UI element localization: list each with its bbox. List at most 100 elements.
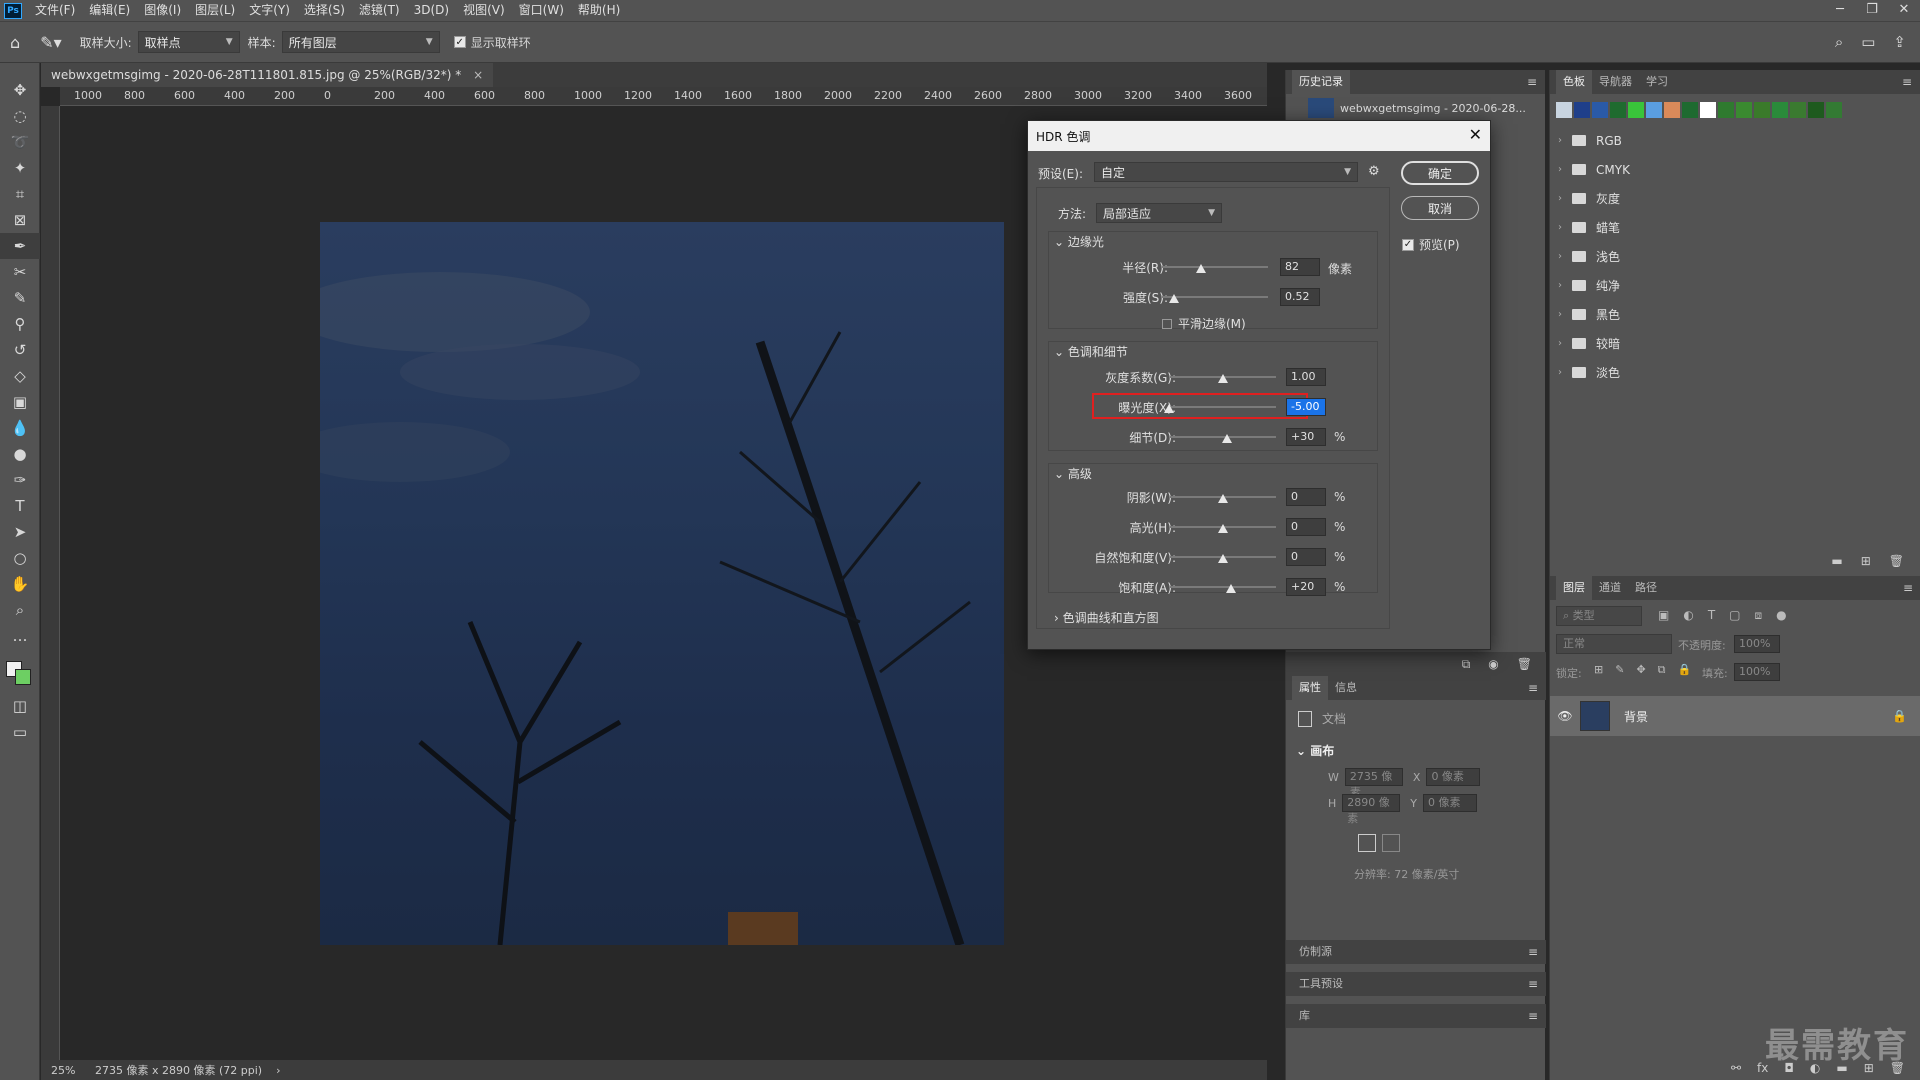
frame-tool-icon[interactable]: ⊠	[0, 207, 40, 233]
workspace-icon[interactable]: ▭	[1861, 33, 1875, 51]
eyedropper-tool-icon[interactable]: ✒	[0, 233, 40, 259]
opacity-field[interactable]: 100%	[1734, 635, 1780, 653]
portrait-icon[interactable]	[1358, 834, 1376, 852]
blur-tool-icon[interactable]: 💧	[0, 415, 40, 441]
menu-3d[interactable]: 3D(D)	[407, 0, 456, 21]
screen-mode-icon[interactable]: ▭	[0, 719, 40, 745]
highlight-slider-thumb[interactable]	[1218, 524, 1228, 533]
chevron-right-icon[interactable]: ›	[276, 1064, 280, 1077]
swatch-group[interactable]: › 淡色	[1550, 358, 1920, 387]
cancel-button[interactable]: 取消	[1401, 196, 1479, 220]
swatch[interactable]	[1826, 102, 1842, 118]
menu-window[interactable]: 窗口(W)	[512, 0, 571, 21]
vibrance-slider-thumb[interactable]	[1218, 554, 1228, 563]
menu-layer[interactable]: 图层(L)	[188, 0, 242, 21]
advanced-header[interactable]: ⌄ 高级	[1054, 465, 1092, 482]
tab-learn[interactable]: 学习	[1639, 70, 1675, 94]
panel-menu-icon[interactable]: ≡	[1902, 75, 1912, 89]
trash-icon[interactable]: 🗑	[1517, 657, 1532, 671]
shape-filter-icon[interactable]: ▢	[1729, 608, 1740, 623]
show-ring-checkbox[interactable]: ✓	[453, 36, 466, 48]
zoom-tool-icon[interactable]: ⌕	[0, 597, 40, 623]
tab-navigator[interactable]: 导航器	[1592, 70, 1639, 94]
quick-mask-icon[interactable]: ◫	[0, 693, 40, 719]
menu-edit[interactable]: 编辑(E)	[82, 0, 137, 21]
sample-size-select[interactable]: 取样点 ▼	[137, 31, 240, 53]
gamma-slider-thumb[interactable]	[1218, 374, 1228, 383]
saturation-slider-thumb[interactable]	[1226, 584, 1236, 593]
adjustment-filter-icon[interactable]: ◐	[1683, 608, 1693, 623]
menu-image[interactable]: 图像(I)	[137, 0, 188, 21]
tab-clone-source[interactable]: 仿制源	[1292, 940, 1339, 964]
layer-filter-select[interactable]: ⌕ 类型	[1556, 606, 1642, 626]
eye-icon[interactable]: 👁	[1550, 709, 1580, 723]
shadow-field[interactable]: 0	[1286, 488, 1326, 506]
link-icon[interactable]: ⚯	[1731, 1061, 1741, 1075]
edge-glow-header[interactable]: ⌄ 边缘光	[1054, 233, 1104, 250]
swatch-group[interactable]: › RGB	[1550, 126, 1920, 155]
shadow-slider-thumb[interactable]	[1218, 494, 1228, 503]
lock-pixels-icon[interactable]: ⊞	[1594, 663, 1603, 677]
swatch[interactable]	[1592, 102, 1608, 118]
pen-tool-icon[interactable]: ✑	[0, 467, 40, 493]
swatch-group[interactable]: › 较暗	[1550, 329, 1920, 358]
preview-option[interactable]: ✓ 预览(P)	[1402, 236, 1460, 253]
blend-mode-select[interactable]: 正常	[1556, 634, 1672, 654]
menu-file[interactable]: 文件(F)	[28, 0, 82, 21]
exposure-field[interactable]: -5.00	[1286, 398, 1326, 416]
ellipse-tool-icon[interactable]: ○	[0, 545, 40, 571]
move-tool-icon[interactable]: ✥	[0, 77, 40, 103]
marquee-tool-icon[interactable]: ◌	[0, 103, 40, 129]
layer-name[interactable]: 背景	[1624, 708, 1648, 725]
sample-select[interactable]: 所有图层 ▼	[281, 31, 440, 53]
highlight-field[interactable]: 0	[1286, 518, 1326, 536]
strength-field[interactable]: 0.52	[1280, 288, 1320, 306]
panel-menu-icon[interactable]: ≡	[1528, 1009, 1538, 1023]
menu-view[interactable]: 视图(V)	[456, 0, 512, 21]
filter-toggle-icon[interactable]: ●	[1776, 608, 1786, 623]
curve-histogram-header[interactable]: › 色调曲线和直方图	[1054, 609, 1159, 626]
panel-menu-icon[interactable]: ≡	[1527, 75, 1537, 89]
document-image[interactable]	[320, 222, 1004, 945]
eyedropper-preset-icon[interactable]: ✎▾	[40, 33, 61, 52]
panel-menu-icon[interactable]: ≡	[1528, 977, 1538, 991]
gradient-tool-icon[interactable]: ▣	[0, 389, 40, 415]
radius-slider-track[interactable]	[1162, 266, 1268, 268]
fill-field[interactable]: 100%	[1734, 663, 1780, 681]
lock-all-icon[interactable]: 🔒	[1678, 663, 1692, 677]
more-tools-icon[interactable]: …	[0, 623, 40, 649]
restore-icon[interactable]: ❐	[1856, 0, 1888, 21]
lock-paint-icon[interactable]: ✎	[1615, 663, 1624, 677]
swatch-group[interactable]: › CMYK	[1550, 155, 1920, 184]
swatch[interactable]	[1790, 102, 1806, 118]
swatch-group[interactable]: › 浅色	[1550, 242, 1920, 271]
healing-tool-icon[interactable]: ✂	[0, 259, 40, 285]
method-select[interactable]: 局部适应 ▼	[1096, 203, 1222, 223]
swatch-group[interactable]: › 黑色	[1550, 300, 1920, 329]
canvas-header[interactable]: ⌄ 画布	[1296, 742, 1334, 759]
path-select-icon[interactable]: ➤	[0, 519, 40, 545]
lasso-tool-icon[interactable]: ➰	[0, 129, 40, 155]
swatch-group[interactable]: › 灰度	[1550, 184, 1920, 213]
exposure-slider-thumb[interactable]	[1164, 404, 1174, 413]
swatch-group[interactable]: › 纯净	[1550, 271, 1920, 300]
magic-wand-tool-icon[interactable]: ✦	[0, 155, 40, 181]
menu-help[interactable]: 帮助(H)	[571, 0, 627, 21]
swatch[interactable]	[1718, 102, 1734, 118]
menu-select[interactable]: 选择(S)	[297, 0, 352, 21]
swatch-group[interactable]: › 蜡笔	[1550, 213, 1920, 242]
saturation-slider-track[interactable]	[1170, 586, 1276, 588]
vibrance-field[interactable]: 0	[1286, 548, 1326, 566]
tone-detail-header[interactable]: ⌄ 色调和细节	[1054, 343, 1128, 360]
close-tab-icon[interactable]: ×	[473, 68, 483, 82]
tab-swatches[interactable]: 色板	[1556, 70, 1592, 94]
swatch[interactable]	[1628, 102, 1644, 118]
image-filter-icon[interactable]: ▣	[1658, 608, 1669, 623]
swatch[interactable]	[1736, 102, 1752, 118]
hand-tool-icon[interactable]: ✋	[0, 571, 40, 597]
landscape-icon[interactable]	[1382, 834, 1400, 852]
strength-slider-thumb[interactable]	[1169, 294, 1179, 303]
tab-channels[interactable]: 通道	[1592, 576, 1628, 600]
document-tab[interactable]: webwxgetmsgimg - 2020-06-28T111801.815.j…	[41, 63, 494, 87]
background-color[interactable]	[15, 669, 31, 685]
